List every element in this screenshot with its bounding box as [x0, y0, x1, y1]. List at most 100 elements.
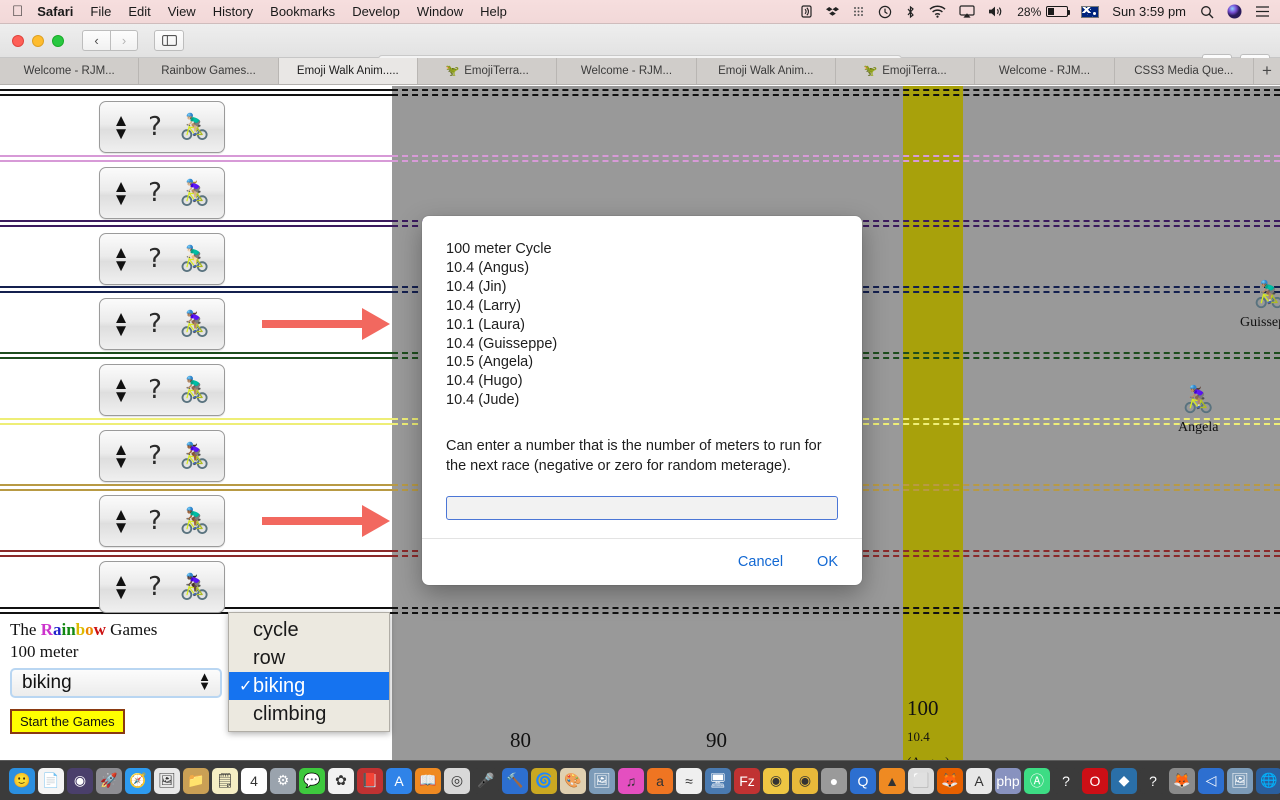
stepper-down-icon[interactable]: ▼ [113, 519, 130, 536]
airplay-audio-icon[interactable] [800, 5, 813, 18]
lane-control-widget[interactable]: ▲ ▼? 🚴🏿‍♀️ [99, 561, 225, 613]
volume-icon[interactable] [988, 5, 1004, 18]
menu-clock[interactable]: Sun 3:59 pm [1112, 4, 1186, 19]
microphone-icon[interactable]: 🎤 [473, 767, 499, 794]
lane-stepper[interactable]: ▲ ▼ [104, 506, 138, 537]
stepper-down-icon[interactable]: ▼ [113, 191, 130, 208]
bluetooth-icon[interactable] [905, 5, 916, 19]
back-button[interactable]: ‹ [82, 30, 110, 51]
grapher-icon[interactable]: ≈ [676, 767, 702, 794]
vlc-icon[interactable]: ▲ [879, 767, 905, 794]
stepper-down-icon[interactable]: ▼ [113, 322, 130, 339]
menu-item-safari[interactable]: Safari [37, 4, 73, 19]
xcode-icon[interactable]: 🔨 [502, 767, 528, 794]
virtualbox-icon[interactable]: ⬜ [908, 767, 934, 794]
browser-tab[interactable]: Emoji Walk Anim... [696, 58, 836, 84]
notes-icon[interactable]: 🗒 [212, 767, 238, 794]
preview-icon[interactable]: ◎ [444, 767, 470, 794]
php-icon[interactable]: php [995, 767, 1021, 794]
close-window-button[interactable] [12, 34, 24, 47]
paint-icon[interactable]: 🎨 [560, 767, 586, 794]
browser-tab[interactable]: CSS3 Media Que... [1114, 58, 1254, 84]
lane-control-widget[interactable]: ▲ ▼? 🚴🏼‍♀️ [99, 167, 225, 219]
screenshot-icon[interactable]: 🖼 [1227, 767, 1253, 794]
select-option[interactable]: ✓ biking [229, 672, 389, 700]
menu-item-view[interactable]: View [168, 4, 196, 19]
stepper-down-icon[interactable]: ▼ [113, 125, 130, 142]
lane-control-widget[interactable]: ▲ ▼? 🚴🏻‍♂️ [99, 233, 225, 285]
menu-item-window[interactable]: Window [417, 4, 463, 19]
photos-app-icon[interactable]: 🖼 [154, 767, 180, 794]
search-icon[interactable] [1200, 5, 1214, 19]
sport-select-popup[interactable]: cycle row ✓ biking climbing [228, 612, 390, 732]
battery-icon[interactable] [1046, 6, 1071, 17]
qt-icon[interactable]: Q [850, 767, 876, 794]
lane-control-widget[interactable]: ▲ ▼? 🚴🏽‍♀️ [99, 298, 225, 350]
browser-tab[interactable]: Rainbow Games... [139, 58, 279, 84]
photos-icon[interactable]: ✿ [328, 767, 354, 794]
browser-tab[interactable]: Welcome - RJM... [975, 58, 1115, 84]
launchpad-icon[interactable]: 🚀 [96, 767, 122, 794]
browser-tab[interactable]: 🦖 EmojiTerra... [835, 58, 976, 84]
unknown-app-icon[interactable]: ? [1053, 767, 1079, 794]
itunes-icon[interactable]: ♫ [618, 767, 644, 794]
globe-icon[interactable]: 🌐 [1256, 767, 1280, 794]
menu-item-develop[interactable]: Develop [352, 4, 400, 19]
opera-icon[interactable]: O [1082, 767, 1108, 794]
acrobat-icon[interactable]: A [966, 767, 992, 794]
lane-stepper[interactable]: ▲ ▼ [104, 309, 138, 340]
new-tab-button[interactable]: + [1253, 58, 1280, 84]
lane-control-widget[interactable]: ▲ ▼? 🚴🏾‍♀️ [99, 430, 225, 482]
stepper-down-icon[interactable]: ▼ [113, 585, 130, 602]
image-capture-icon[interactable]: 🖼 [589, 767, 615, 794]
chrome-canary-icon[interactable]: ◉ [792, 767, 818, 794]
firefox-icon[interactable]: 🦊 [937, 767, 963, 794]
notification-center-icon[interactable] [1255, 5, 1270, 18]
dots-grid-icon[interactable] [852, 5, 865, 18]
contacts-icon[interactable]: 📕 [357, 767, 383, 794]
blender-icon[interactable]: ◆ [1111, 767, 1137, 794]
hal-icon[interactable]: ● [821, 767, 847, 794]
vscode-icon[interactable]: ◁ [1198, 767, 1224, 794]
maximize-window-button[interactable] [52, 34, 64, 47]
lane-control-widget[interactable]: ▲ ▼? 🚴🏼‍♂️ [99, 101, 225, 153]
finder-icon[interactable]: 🙂 [9, 767, 35, 794]
system-prefs-icon[interactable]: ⚙ [270, 767, 296, 794]
browser-tab[interactable]: Welcome - RJM... [557, 58, 697, 84]
menu-item-bookmarks[interactable]: Bookmarks [270, 4, 335, 19]
browser-tab[interactable]: Emoji Walk Anim..... [278, 58, 418, 84]
ok-button[interactable]: OK [817, 554, 838, 570]
wifi-icon[interactable] [929, 5, 946, 18]
lane-stepper[interactable]: ▲ ▼ [104, 112, 138, 143]
dropbox-icon[interactable] [826, 5, 840, 18]
menu-item-file[interactable]: File [90, 4, 111, 19]
filezilla-icon[interactable]: Fz [734, 767, 760, 794]
stepper-down-icon[interactable]: ▼ [113, 257, 130, 274]
sport-select[interactable]: biking ▲ ▼ [10, 668, 222, 698]
start-the-games-button[interactable]: Start the Games [10, 709, 125, 734]
app-store-icon[interactable]: A [386, 767, 412, 794]
sidebar-toggle-button[interactable] [154, 30, 184, 51]
apple-menu-icon[interactable]:  [12, 4, 23, 19]
unknown-app2-icon[interactable]: ? [1140, 767, 1166, 794]
lane-stepper[interactable]: ▲ ▼ [104, 178, 138, 209]
stepper-down-icon[interactable]: ▼ [113, 454, 130, 471]
siri-icon[interactable]: ◉ [67, 767, 93, 794]
time-machine-icon[interactable] [878, 5, 892, 19]
minimize-window-button[interactable] [32, 34, 44, 47]
browser-tab[interactable]: Welcome - RJM... [0, 58, 140, 84]
airplay-icon[interactable] [959, 5, 975, 18]
screen-sharing-icon[interactable]: 🖥 [705, 767, 731, 794]
messages-icon[interactable]: 💬 [299, 767, 325, 794]
menu-item-edit[interactable]: Edit [128, 4, 150, 19]
forward-button[interactable]: › [110, 30, 138, 51]
lane-control-widget[interactable]: ▲ ▼? 🚴🏽‍♂️ [99, 364, 225, 416]
browser-tab[interactable]: 🦖 EmojiTerra... [417, 58, 558, 84]
folder-icon[interactable]: 📁 [183, 767, 209, 794]
lane-stepper[interactable]: ▲ ▼ [104, 441, 138, 472]
select-option[interactable]: row [229, 644, 389, 672]
lane-stepper[interactable]: ▲ ▼ [104, 572, 138, 603]
cancel-button[interactable]: Cancel [738, 554, 783, 570]
avast-icon[interactable]: a [647, 767, 673, 794]
chrome-icon[interactable]: ◉ [763, 767, 789, 794]
